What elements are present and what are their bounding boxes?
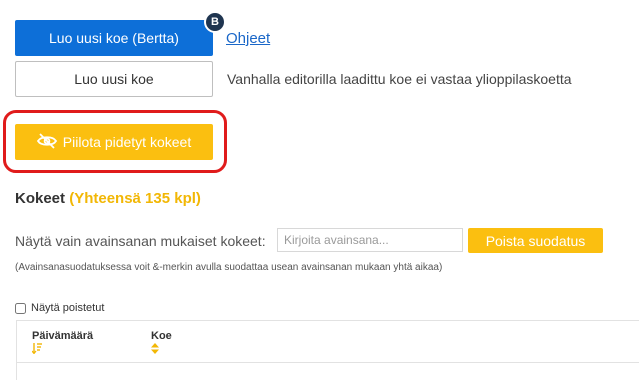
new-exam-bertta-button[interactable]: Luo uusi koe (Bertta) [15, 20, 213, 56]
column-header-exam[interactable]: Koe [151, 330, 172, 342]
exams-total: (Yhteensä 135 kpl) [69, 190, 201, 207]
clear-filter-label: Poista suodatus [485, 232, 586, 249]
eye-slash-icon [36, 132, 57, 152]
filter-hint: (Avainsanasuodatuksessa voit &-merkin av… [15, 262, 443, 273]
keyword-filter-input[interactable] [277, 228, 463, 252]
show-deleted-label: Näytä poistetut [31, 302, 105, 314]
hide-past-exams-label: Piilota pidetyt kokeet [62, 134, 192, 150]
old-editor-note: Vanhalla editorilla laadittu koe ei vast… [227, 71, 572, 87]
help-link[interactable]: Ohjeet [226, 30, 270, 47]
bertta-badge-icon: B [204, 11, 226, 33]
hide-past-exams-button[interactable]: Piilota pidetyt kokeet [15, 124, 213, 160]
bertta-badge-label: B [211, 16, 219, 28]
exams-table [16, 320, 639, 380]
column-header-date[interactable]: Päivämäärä [32, 330, 93, 342]
table-divider [16, 362, 639, 363]
show-deleted-checkbox[interactable] [15, 302, 26, 314]
new-exam-bertta-label: Luo uusi koe (Bertta) [49, 30, 179, 46]
exams-heading: Kokeet (Yhteensä 135 kpl) [15, 190, 201, 207]
sort-desc-icon[interactable] [31, 343, 42, 357]
show-deleted-row[interactable]: Näytä poistetut [15, 302, 104, 314]
clear-filter-button[interactable]: Poista suodatus [468, 228, 603, 253]
exams-title: Kokeet [15, 190, 66, 207]
new-exam-button[interactable]: Luo uusi koe [15, 61, 213, 97]
new-exam-label: Luo uusi koe [74, 71, 154, 87]
sort-both-icon[interactable] [151, 343, 159, 357]
keyword-filter-label: Näytä vain avainsanan mukaiset kokeet: [15, 233, 266, 249]
